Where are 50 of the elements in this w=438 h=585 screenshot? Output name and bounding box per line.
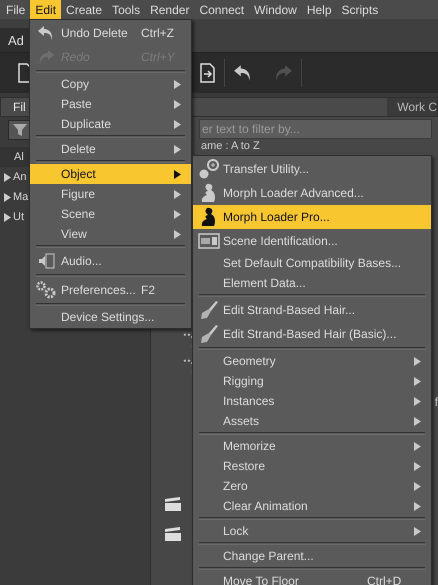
menu-item[interactable]: Object xyxy=(30,164,191,184)
workspace-tab[interactable]: Ad xyxy=(0,28,29,52)
menu-bar-item[interactable]: Help xyxy=(302,0,337,19)
menu-item[interactable]: Undo Delete Ctrl+Z xyxy=(30,21,191,45)
menu-bar-item[interactable]: File xyxy=(1,0,30,19)
menu-item[interactable]: Geometry xyxy=(193,351,431,371)
menu-item[interactable]: Figure xyxy=(30,184,191,204)
menu-item[interactable]: Clear Animation xyxy=(193,496,431,516)
menu-item[interactable]: Edit Strand-Based Hair... xyxy=(193,298,431,322)
menu-item[interactable]: Instances xyxy=(193,391,431,411)
menu-item[interactable]: Transfer Utility... xyxy=(193,157,431,181)
menu-item[interactable]: Set Default Compatibility Bases... xyxy=(193,253,431,273)
tree-item[interactable]: Ut xyxy=(13,211,24,223)
menu-bar-item[interactable]: Create xyxy=(61,0,108,19)
menu-item[interactable]: Morph Loader Advanced... xyxy=(193,181,431,205)
menu-item[interactable]: Element Data... xyxy=(193,273,431,293)
menu-bar-item[interactable]: Window xyxy=(249,0,302,19)
menu-bar-item[interactable]: Tools xyxy=(107,0,146,19)
menu-item[interactable]: Rigging xyxy=(193,371,431,391)
menu-item[interactable]: Morph Loader Pro... xyxy=(193,205,431,229)
tree-item[interactable]: Ma xyxy=(13,191,28,203)
sort-label[interactable]: ame : A to Z xyxy=(199,140,260,153)
menu-bar-item[interactable]: Connect xyxy=(194,0,250,19)
menu-item[interactable]: Preferences... F2 xyxy=(30,278,191,302)
menu-item[interactable]: Change Parent... xyxy=(193,546,431,566)
menu-item[interactable]: Scene xyxy=(30,204,191,224)
panel-tab[interactable]: Work C xyxy=(387,98,437,116)
menu-item[interactable]: Scene Identification... xyxy=(193,229,431,253)
menu-item[interactable]: Paste xyxy=(30,94,191,114)
tree-item[interactable]: An xyxy=(13,171,26,183)
menu-item[interactable]: Duplicate xyxy=(30,114,191,134)
menu-item[interactable]: Delete xyxy=(30,139,191,159)
menu-item[interactable]: View xyxy=(30,224,191,244)
menu-item[interactable]: Move To Floor Ctrl+D xyxy=(193,571,431,585)
menu-bar-item[interactable]: Edit xyxy=(30,0,62,19)
menu-bar-item[interactable]: Render xyxy=(145,0,194,19)
menu-item[interactable]: Edit Strand-Based Hair (Basic)... xyxy=(193,322,431,346)
menu-item[interactable]: Assets xyxy=(193,411,431,431)
menu-item[interactable]: Restore xyxy=(193,456,431,476)
menu-item[interactable]: Device Settings... xyxy=(30,307,191,327)
menu-item[interactable]: Copy xyxy=(30,74,191,94)
panel-tab[interactable]: Fil xyxy=(0,97,29,117)
filter-field[interactable]: er text to filter by... xyxy=(199,119,432,139)
menu-item[interactable]: Audio... xyxy=(30,249,191,273)
menu-item[interactable]: Zero xyxy=(193,476,431,496)
menu-item[interactable]: Lock xyxy=(193,521,431,541)
menu-bar-item[interactable]: Scripts xyxy=(336,0,384,19)
cut-off-text: f xyxy=(434,395,438,409)
menu-item[interactable]: Memorize xyxy=(193,436,431,456)
tree-item[interactable]: Al xyxy=(14,151,24,163)
